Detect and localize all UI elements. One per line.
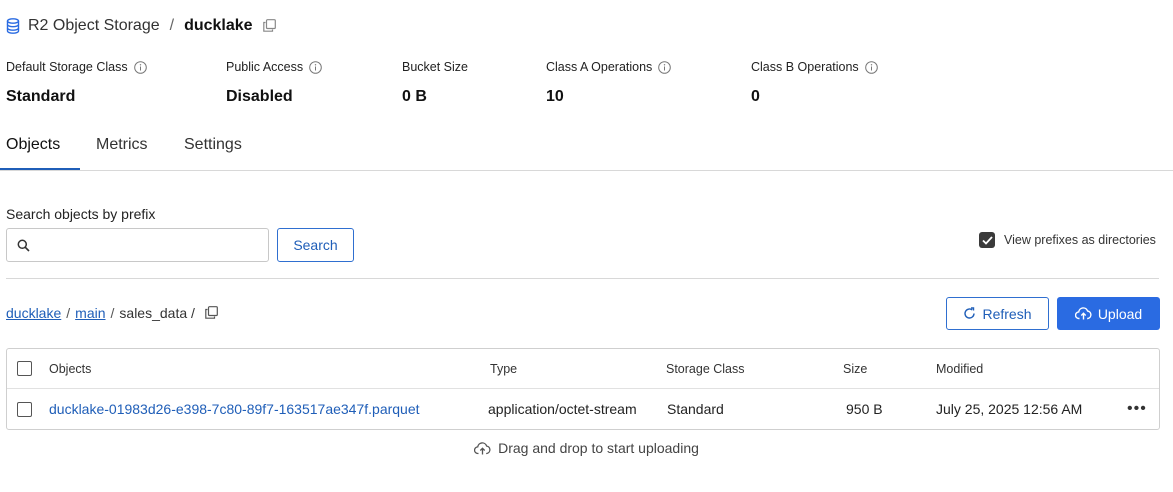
path-segment-ducklake[interactable]: ducklake (6, 305, 61, 321)
row-actions-menu-icon[interactable]: ••• (1127, 389, 1147, 429)
objects-table: Objects Type Storage Class Size Modified… (6, 348, 1160, 430)
bucket-header: R2 Object Storage / ducklake (6, 14, 277, 38)
object-type: application/octet-stream (488, 401, 637, 417)
stat-value: 10 (546, 88, 564, 105)
stat-value: Disabled (226, 88, 293, 105)
cloud-upload-icon (1074, 307, 1092, 320)
stat-label: Default Storage Class (6, 60, 128, 74)
breadcrumb-root[interactable]: R2 Object Storage (28, 17, 160, 35)
stat-public-access: Public Access Disabled (226, 59, 322, 106)
section-divider (6, 278, 1159, 279)
refresh-button[interactable]: Refresh (946, 297, 1049, 330)
stat-class-b-operations: Class B Operations 0 (751, 59, 878, 106)
stat-bucket-size: Bucket Size 0 B (402, 59, 468, 106)
column-header-size[interactable]: Size (843, 349, 867, 388)
column-header-modified[interactable]: Modified (936, 349, 983, 388)
path-segment-main[interactable]: main (75, 305, 105, 321)
dropzone-text: Drag and drop to start uploading (498, 440, 699, 456)
info-icon[interactable] (133, 60, 147, 74)
path-separator: / (66, 305, 71, 321)
stat-label: Class A Operations (546, 60, 653, 74)
stat-default-storage-class: Default Storage Class Standard (6, 59, 147, 106)
path-separator: / (110, 305, 115, 321)
view-prefixes-toggle[interactable]: View prefixes as directories (979, 232, 1156, 248)
select-all-checkbox[interactable] (17, 361, 32, 376)
table-header: Objects Type Storage Class Size Modified (7, 349, 1159, 389)
row-checkbox[interactable] (17, 401, 32, 417)
search-field[interactable] (6, 228, 269, 262)
path-current: sales_data / (119, 305, 195, 321)
tab-metrics[interactable]: Metrics (96, 136, 148, 170)
object-modified: July 25, 2025 12:56 AM (936, 401, 1083, 417)
info-icon[interactable] (864, 60, 878, 74)
info-icon[interactable] (658, 60, 672, 74)
refresh-label: Refresh (982, 305, 1032, 322)
object-storage-class: Standard (667, 401, 724, 417)
stat-value: Standard (6, 88, 76, 105)
upload-label: Upload (1097, 305, 1143, 322)
stat-value: 0 (751, 88, 760, 105)
search-label: Search objects by prefix (6, 206, 156, 222)
stat-label: Class B Operations (751, 60, 859, 74)
search-input[interactable] (36, 237, 256, 253)
stat-value: 0 B (402, 88, 427, 105)
object-path-breadcrumb: ducklake / main / sales_data / (6, 305, 219, 321)
tab-bar: Objects Metrics Settings (0, 128, 1173, 171)
stat-class-a-operations: Class A Operations 10 (546, 59, 672, 106)
cloud-upload-icon (474, 441, 491, 455)
copy-icon[interactable] (205, 306, 219, 320)
view-prefixes-label: View prefixes as directories (1004, 233, 1156, 247)
column-header-objects[interactable]: Objects (49, 349, 91, 388)
stat-label: Bucket Size (402, 60, 469, 74)
bucket-name: ducklake (184, 17, 253, 34)
checkbox-checked[interactable] (979, 232, 995, 248)
column-header-storage-class[interactable]: Storage Class (666, 349, 745, 388)
object-name-link[interactable]: ducklake-01983d26-e398-7c80-89f7-163517a… (49, 389, 420, 429)
refresh-icon (963, 307, 976, 320)
tab-objects[interactable]: Objects (0, 136, 80, 170)
table-row: ducklake-01983d26-e398-7c80-89f7-163517a… (7, 389, 1159, 429)
upload-button[interactable]: Upload (1057, 297, 1160, 330)
stat-label: Public Access (226, 60, 304, 74)
database-icon (6, 18, 22, 34)
upload-dropzone[interactable]: Drag and drop to start uploading (0, 440, 1173, 456)
tab-settings[interactable]: Settings (184, 136, 242, 170)
breadcrumb-separator: / (169, 17, 175, 34)
search-button[interactable]: Search (277, 228, 354, 262)
info-icon[interactable] (309, 60, 322, 74)
column-header-type[interactable]: Type (490, 349, 517, 388)
object-size: 950 B (846, 401, 883, 417)
search-icon (17, 239, 30, 252)
copy-icon[interactable] (262, 19, 277, 33)
